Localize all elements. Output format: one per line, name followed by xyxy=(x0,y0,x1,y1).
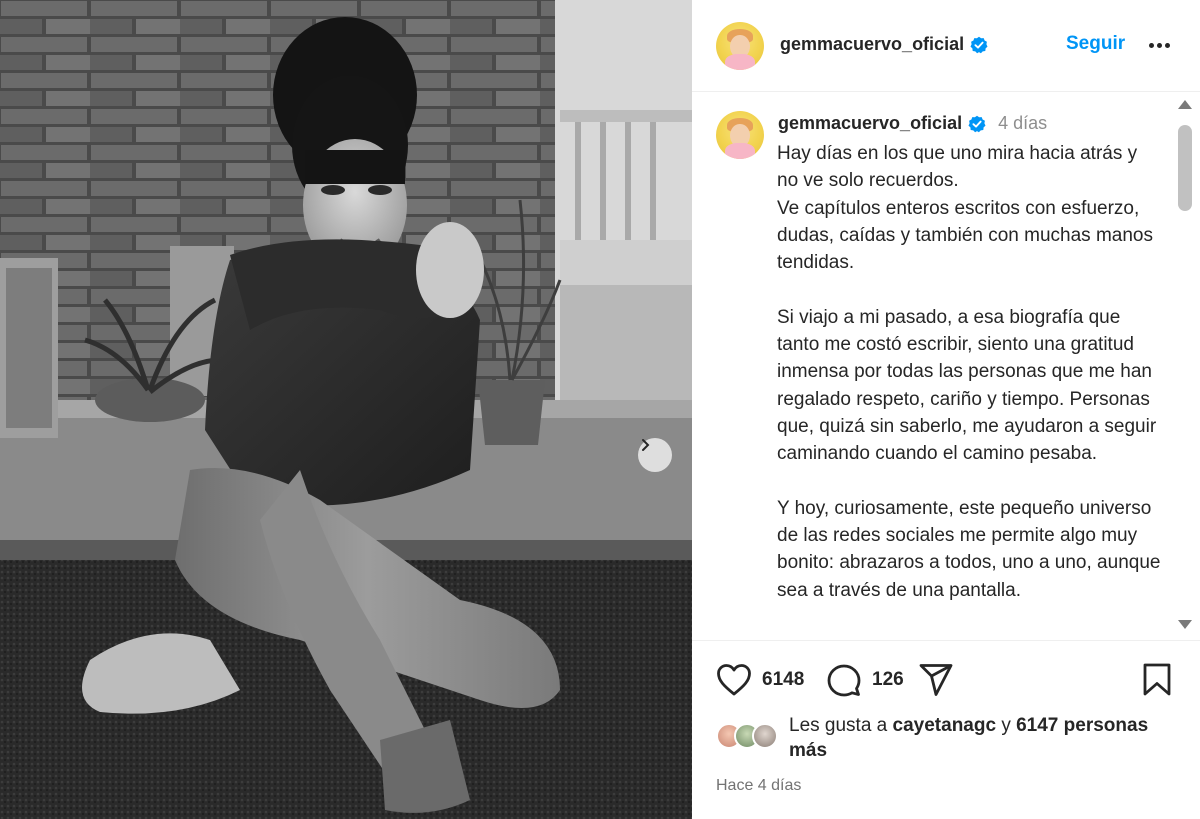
heart-icon[interactable] xyxy=(716,663,752,697)
post-sidebar: gemmacuervo_oficial Seguir gemmacuervo_o… xyxy=(692,0,1200,819)
carousel-next-button[interactable] xyxy=(638,438,672,472)
comments-count[interactable]: 126 xyxy=(872,669,904,691)
more-options-icon[interactable] xyxy=(1144,30,1174,60)
caption-timestamp[interactable]: 4 días xyxy=(998,113,1047,134)
post-timestamp[interactable]: Hace 4 días xyxy=(716,777,801,795)
likes-count[interactable]: 6148 xyxy=(762,669,804,691)
caption-author-avatar[interactable] xyxy=(716,111,764,159)
scroll-down-arrow[interactable] xyxy=(1178,620,1192,629)
author-avatar[interactable] xyxy=(716,22,764,70)
paper-plane-icon[interactable] xyxy=(918,663,954,697)
bookmark-icon[interactable] xyxy=(1142,663,1172,697)
author-info: gemmacuervo_oficial xyxy=(780,34,988,55)
save-action[interactable] xyxy=(1142,663,1172,697)
comment-action[interactable]: 126 xyxy=(826,663,904,697)
likes-joiner: y xyxy=(996,715,1017,736)
author-username[interactable]: gemmacuervo_oficial xyxy=(780,34,964,55)
caption-author-username[interactable]: gemmacuervo_oficial xyxy=(778,113,962,134)
caption-header: gemmacuervo_oficial 4 días xyxy=(778,113,1047,134)
chevron-right-icon xyxy=(642,439,650,451)
scroll-up-arrow[interactable] xyxy=(1178,100,1192,109)
like-action[interactable]: 6148 xyxy=(716,663,804,697)
photo-illustration xyxy=(0,0,692,819)
likes-prefix: Les gusta a xyxy=(789,715,893,736)
caption-text: Hay días en los que uno mira hacia atrás… xyxy=(777,143,1161,601)
post-actions: 6148 126 Les gusta a cayetanagc y 6147 p… xyxy=(692,640,1200,819)
scrollbar-thumb[interactable] xyxy=(1178,125,1192,211)
liker-avatars xyxy=(716,723,786,751)
follow-button[interactable]: Seguir xyxy=(1066,33,1125,55)
share-action[interactable] xyxy=(918,663,954,697)
caption-section: gemmacuervo_oficial 4 días Hay días en l… xyxy=(692,93,1200,639)
post-header: gemmacuervo_oficial Seguir xyxy=(692,0,1200,92)
verified-badge-icon xyxy=(968,115,986,132)
likes-text: Les gusta a cayetanagc y 6147 personas m… xyxy=(789,713,1189,763)
comment-bubble-icon[interactable] xyxy=(826,663,862,697)
liker-avatar[interactable] xyxy=(752,723,778,749)
verified-badge-icon xyxy=(970,36,988,53)
liked-by-user-link[interactable]: cayetanagc xyxy=(893,715,997,736)
post-photo[interactable] xyxy=(0,0,692,819)
